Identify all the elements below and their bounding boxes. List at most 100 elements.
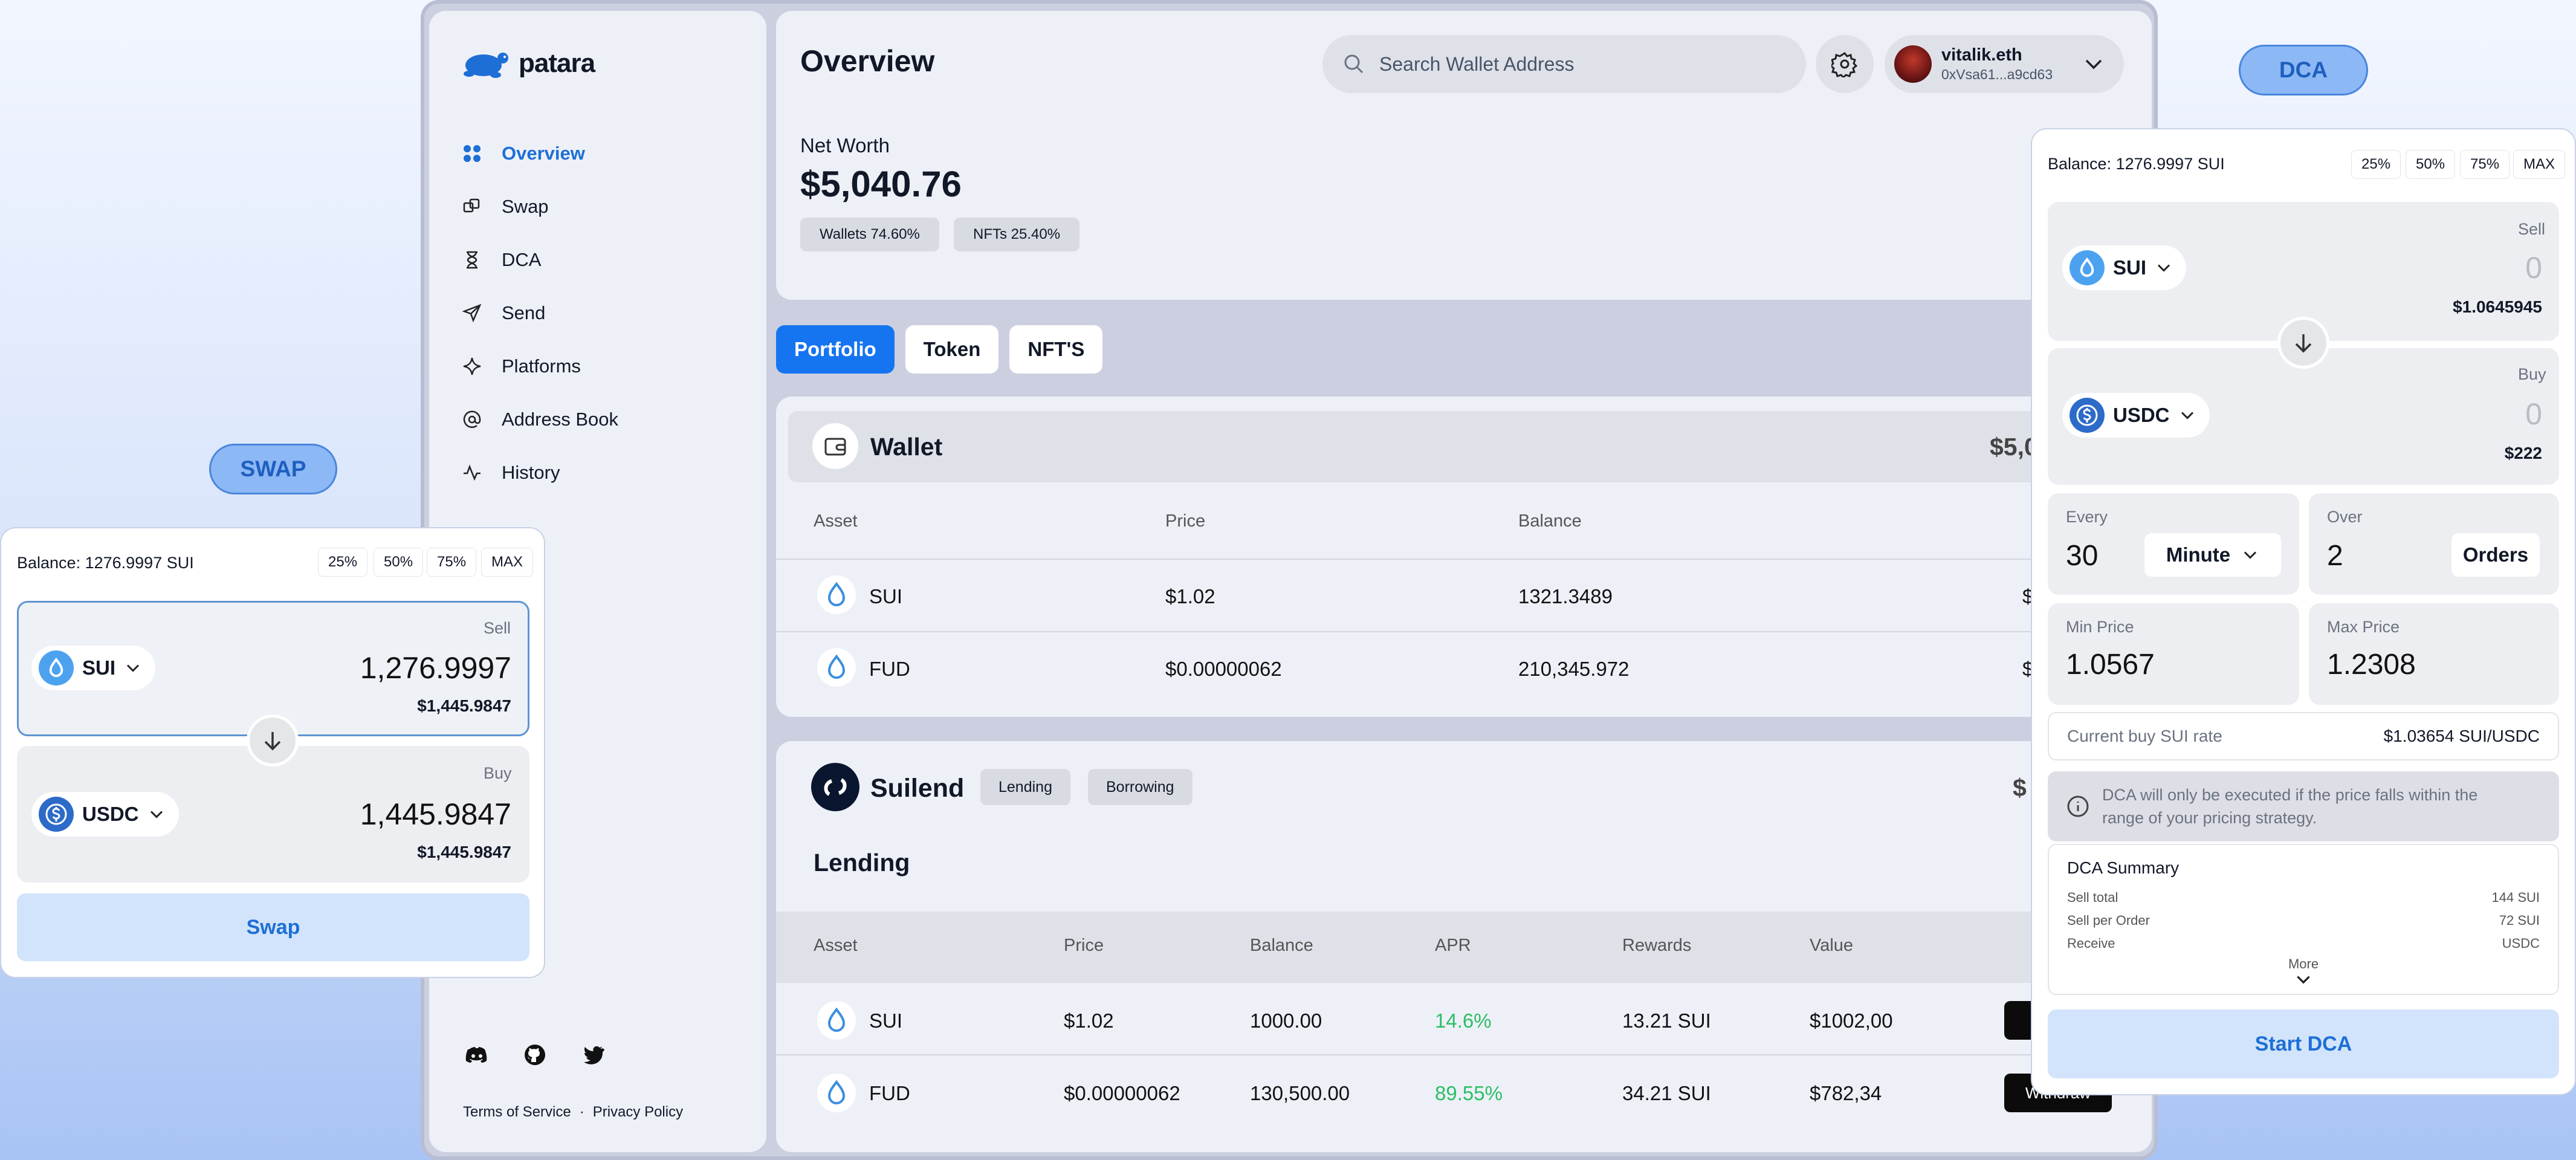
sidebar-item-dca[interactable]: DCA [461,233,751,287]
dca-sell-amount[interactable]: 0 [2525,250,2542,285]
row-divider [776,559,2152,560]
tab-borrowing[interactable]: Borrowing [1088,769,1193,805]
dca-badge: DCA [2239,45,2368,96]
start-dca-button[interactable]: Start DCA [2048,1009,2559,1078]
dca-info-text: DCA will only be executed if the price f… [2102,786,2478,827]
lending-asset-cell: FUD [869,1082,910,1104]
dca-min-price-value[interactable]: 1.0567 [2066,648,2155,681]
chevron-down-icon [126,664,140,672]
dca-75-button[interactable]: 75% [2460,150,2510,179]
lending-price-cell: $1.02 [1064,1009,1114,1032]
swap-sell-amount[interactable]: 1,276.9997 [360,650,511,685]
dca-summary-more[interactable]: More [2067,956,2540,993]
dca-50-button[interactable]: 50% [2406,150,2456,179]
dca-25-button[interactable]: 25% [2351,150,2401,179]
sidebar-item-send[interactable]: Send [461,287,751,340]
swap-badge: SWAP [209,444,337,494]
sparkle-icon [461,355,484,378]
discord-icon[interactable] [465,1043,488,1066]
swap-icon [461,195,484,218]
column-header-value: Value [1810,936,1854,955]
swap-50-button[interactable]: 50% [374,548,424,577]
summary-label: Sell per Order [2067,913,2150,928]
dca-max-price-label: Max Price [2327,618,2400,636]
summary-value: 144 SUI [2491,890,2540,905]
net-worth-label: Net Worth [800,134,890,157]
dca-direction-button[interactable] [2277,317,2329,369]
usdc-token-icon [2070,398,2105,433]
dca-sell-token-select[interactable]: SUI [2062,245,2187,290]
logo[interactable]: patara [457,47,595,80]
swap-75-button[interactable]: 75% [427,548,477,577]
dca-buy-token: USDC [2113,404,2170,426]
dca-over-value[interactable]: 2 [2327,539,2343,572]
swap-balance: Balance: 1276.9997 SUI [17,554,194,572]
dca-max-price-value[interactable]: 1.2308 [2327,648,2416,681]
settings-button[interactable] [1816,35,1874,93]
tab-lending[interactable]: Lending [980,769,1070,805]
swap-sell-token-select[interactable]: SUI [31,646,156,690]
sidebar-item-platforms[interactable]: Platforms [461,340,751,393]
dca-min-price-label: Min Price [2066,618,2134,636]
summary-value: 72 SUI [2499,913,2540,928]
column-header-rewards: Rewards [1622,936,1692,955]
sidebar-nav: Overview Swap DCA Send Platforms Address… [461,127,751,499]
wallet-price-cell: $1.02 [1165,585,1215,608]
page-title: Overview [800,44,935,78]
dca-max-button[interactable]: MAX [2513,150,2566,179]
chevron-down-icon [2157,264,2170,272]
swap-max-button[interactable]: MAX [481,548,534,577]
search-input[interactable]: Search Wallet Address [1322,35,1806,93]
dca-buy-token-select[interactable]: USDC [2062,393,2210,438]
sidebar-item-history[interactable]: History [461,446,751,499]
user-address: 0xVsa61...a9cd63 [1941,66,2053,82]
wallet-balance-cell: 1321.3489 [1518,585,1613,608]
social-links [465,1043,604,1066]
chevron-down-icon [150,811,163,818]
swap-25-button[interactable]: 25% [318,548,368,577]
column-header-balance: Balance [1518,511,1582,531]
wallet-asset-cell: FUD [869,658,910,680]
dca-rate-value: $1.03654 SUI/USDC [2383,727,2540,745]
sidebar-item-address-book[interactable]: Address Book [461,393,751,446]
dca-buy-amount: 0 [2525,397,2542,431]
terms-link[interactable]: Terms of Service [463,1104,571,1121]
github-icon[interactable] [523,1043,546,1066]
tab-token[interactable]: Token [905,325,999,374]
search-placeholder: Search Wallet Address [1379,53,1574,75]
sidebar-item-swap[interactable]: Swap [461,180,751,233]
swap-button[interactable]: Swap [17,893,529,961]
column-header-price: Price [1165,511,1206,531]
dca-every-unit: Minute [2166,543,2231,566]
net-worth-value: $5,040.76 [800,164,962,204]
usdc-token-icon [39,797,74,832]
search-icon [1344,54,1364,74]
dca-interval-select[interactable]: Minute [2144,533,2281,577]
lending-apr-cell: 89.55% [1435,1082,1503,1104]
sidebar-item-label: Address Book [502,409,618,430]
wallet-price-cell: $0.00000062 [1165,658,1282,680]
dca-balance: Balance: 1276.9997 SUI [2048,155,2225,173]
dca-over-label: Over [2327,508,2363,526]
avatar [1894,45,1932,83]
column-header-price: Price [1064,936,1104,955]
twitter-icon[interactable] [581,1043,604,1066]
sidebar-item-label: History [502,462,560,483]
user-menu[interactable]: vitalik.eth 0xVsa61...a9cd63 [1885,35,2124,93]
wallet-header [788,411,2140,482]
privacy-link[interactable]: Privacy Policy [593,1104,683,1121]
tab-portfolio[interactable]: Portfolio [776,325,895,374]
dca-every-value[interactable]: 30 [2066,539,2098,572]
sidebar-item-label: Overview [502,143,585,164]
turtle-logo-icon [464,53,508,78]
tab-nfts[interactable]: NFT'S [1009,325,1103,374]
lending-balance-cell: 1000.00 [1250,1009,1322,1032]
swap-buy-token-select[interactable]: USDC [31,792,179,837]
dca-sell-usd: $1.0645945 [2453,297,2542,316]
swap-direction-button[interactable] [247,714,299,766]
column-header-asset: Asset [814,936,858,955]
summary-label: Sell total [2067,890,2118,905]
dca-summary: DCA Summary Sell total 144 SUI Sell per … [2048,844,2559,995]
lending-section-title: Lending [814,849,910,876]
sidebar-item-overview[interactable]: Overview [461,127,751,180]
